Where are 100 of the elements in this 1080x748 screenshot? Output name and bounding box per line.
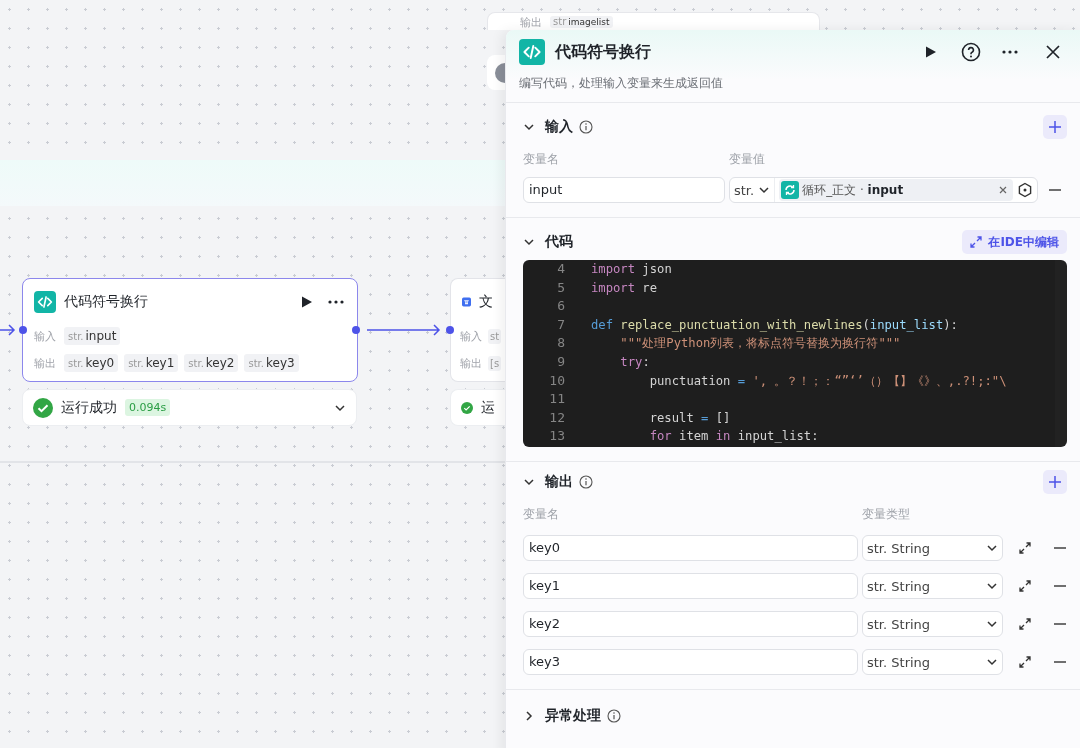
input-field[interactable]: key3 — [523, 649, 858, 675]
status-bar[interactable]: 运 — [450, 389, 505, 426]
code-line: for item in input_list: — [648, 428, 819, 446]
section-title: 异常处理 — [545, 707, 601, 725]
caret-icon[interactable] — [986, 542, 998, 554]
output-label: 输出 — [34, 355, 56, 371]
chevron-icon[interactable] — [523, 710, 535, 722]
clear-icon[interactable] — [999, 186, 1007, 194]
add-button[interactable] — [1043, 115, 1067, 139]
node-card[interactable]: 文 输入 st 输出 [s — [450, 278, 505, 382]
type-select[interactable]: str. String — [862, 535, 1003, 561]
variable-tag: str. key3 — [244, 354, 299, 372]
variable-tag: [s — [488, 355, 502, 371]
chevron-icon[interactable] — [523, 121, 535, 133]
run-icon[interactable] — [923, 45, 937, 59]
port-dot[interactable] — [446, 326, 454, 334]
type-select[interactable]: str. String — [862, 573, 1003, 599]
type-select[interactable]: str. String — [862, 649, 1003, 675]
reference-text: 循环_正文 · input — [802, 181, 904, 199]
help-icon[interactable] — [961, 42, 981, 62]
plus-icon — [1049, 121, 1061, 133]
line-number: 12 — [548, 408, 566, 427]
node-card[interactable]: 输出 str imagelist — [487, 12, 820, 30]
section-title: 输出 — [545, 473, 573, 491]
panel-description: 编写代码，处理输入变量来生成返回值 — [519, 75, 724, 92]
reference-chip[interactable]: 循环_正文 · input — [779, 179, 1013, 201]
close-icon[interactable] — [1045, 44, 1061, 60]
line-number: 8 — [556, 334, 566, 353]
plus-icon — [1049, 476, 1061, 488]
chevron-icon[interactable] — [523, 476, 535, 488]
status-bar[interactable]: 运行成功 0.094s — [22, 389, 357, 426]
port-dot[interactable] — [19, 326, 27, 334]
variable-icon[interactable] — [1017, 182, 1033, 198]
panel-title: 代码符号换行 — [555, 41, 651, 63]
line-number: 9 — [556, 352, 566, 371]
info-icon — [579, 475, 593, 489]
info-icon — [579, 120, 593, 134]
input-label: 输入 — [460, 328, 482, 344]
variable-tag: str. key0 — [64, 354, 119, 372]
variable-tag: str. input — [64, 327, 121, 345]
code-line: result = [] — [648, 409, 731, 427]
code-line: punctuation = ', 。？！；：“”‘’（）【】《》、,.?!;:"\ — [648, 372, 1007, 390]
line-number: 6 — [556, 297, 566, 316]
caret-icon[interactable] — [986, 618, 998, 630]
ide-edit-button[interactable]: 在IDE中编辑 — [962, 230, 1067, 254]
section-title: 输入 — [545, 118, 573, 136]
code-icon — [519, 39, 545, 65]
line-number: 13 — [548, 427, 566, 446]
expand-icon[interactable] — [1019, 618, 1031, 630]
code-line: def replace_punctuation_with_newlines(input_list): — [591, 316, 958, 334]
line-number: 5 — [556, 278, 566, 297]
code-line: import json — [591, 261, 672, 278]
node-card[interactable]: 代码符号换行 输入 str. input 输出 str. key0 str. key1 str. key2 str. key3 — [22, 278, 358, 382]
input-field[interactable]: key2 — [523, 611, 858, 637]
connector-arrow — [0, 324, 16, 336]
line-number: 10 — [548, 371, 566, 390]
variable-tag: str. key1 — [124, 354, 179, 372]
caret-icon[interactable] — [986, 656, 998, 668]
chevron-icon[interactable] — [523, 236, 535, 248]
input-label: 输入 — [34, 328, 56, 344]
column-label: 变量类型 — [862, 506, 910, 523]
status-text: 运 — [481, 398, 495, 417]
info-icon — [607, 709, 621, 723]
expand-icon[interactable] — [1019, 542, 1031, 554]
column-label: 变量名 — [523, 151, 560, 168]
play-icon[interactable] — [299, 295, 313, 309]
loop-icon — [781, 181, 800, 199]
status-text: 运行成功 — [61, 398, 117, 417]
caret-icon[interactable] — [986, 580, 998, 592]
node-title: 文 — [479, 293, 493, 311]
output-label: 输出 — [460, 355, 482, 371]
input-field[interactable]: key0 — [523, 535, 858, 561]
variable-tag: str imagelist — [550, 16, 613, 28]
success-icon — [33, 397, 53, 418]
duration-badge: 0.094s — [125, 399, 171, 416]
variable-tag: str. key2 — [184, 354, 239, 372]
input-field[interactable]: key1 — [523, 573, 858, 599]
code-line: import re — [591, 279, 658, 297]
code-icon — [34, 291, 56, 313]
expand-icon[interactable] — [1019, 656, 1031, 668]
type-select[interactable]: str. String — [862, 611, 1003, 637]
expand-icon[interactable] — [1019, 580, 1031, 592]
column-label: 变量名 — [523, 506, 560, 523]
variable-tag: st — [488, 328, 502, 344]
section-title: 代码 — [545, 233, 573, 251]
output-label: 输出 — [520, 16, 542, 28]
line-number: 11 — [548, 390, 566, 409]
type-select[interactable]: str. — [730, 178, 776, 202]
node-card[interactable] — [487, 55, 505, 90]
column-label: 变量值 — [729, 151, 765, 168]
line-number: 7 — [556, 315, 566, 334]
code-line: try: — [619, 353, 650, 371]
caret-icon[interactable] — [758, 184, 771, 196]
input-field[interactable]: input — [523, 177, 725, 203]
expand-icon — [970, 236, 983, 248]
line-number: 4 — [556, 260, 566, 278]
port-dot[interactable] — [352, 326, 360, 334]
code-line: """处理Python列表，将标点符号替换为换行符""" — [619, 335, 901, 353]
add-button[interactable] — [1043, 470, 1067, 494]
node-title: 代码符号换行 — [64, 293, 148, 311]
